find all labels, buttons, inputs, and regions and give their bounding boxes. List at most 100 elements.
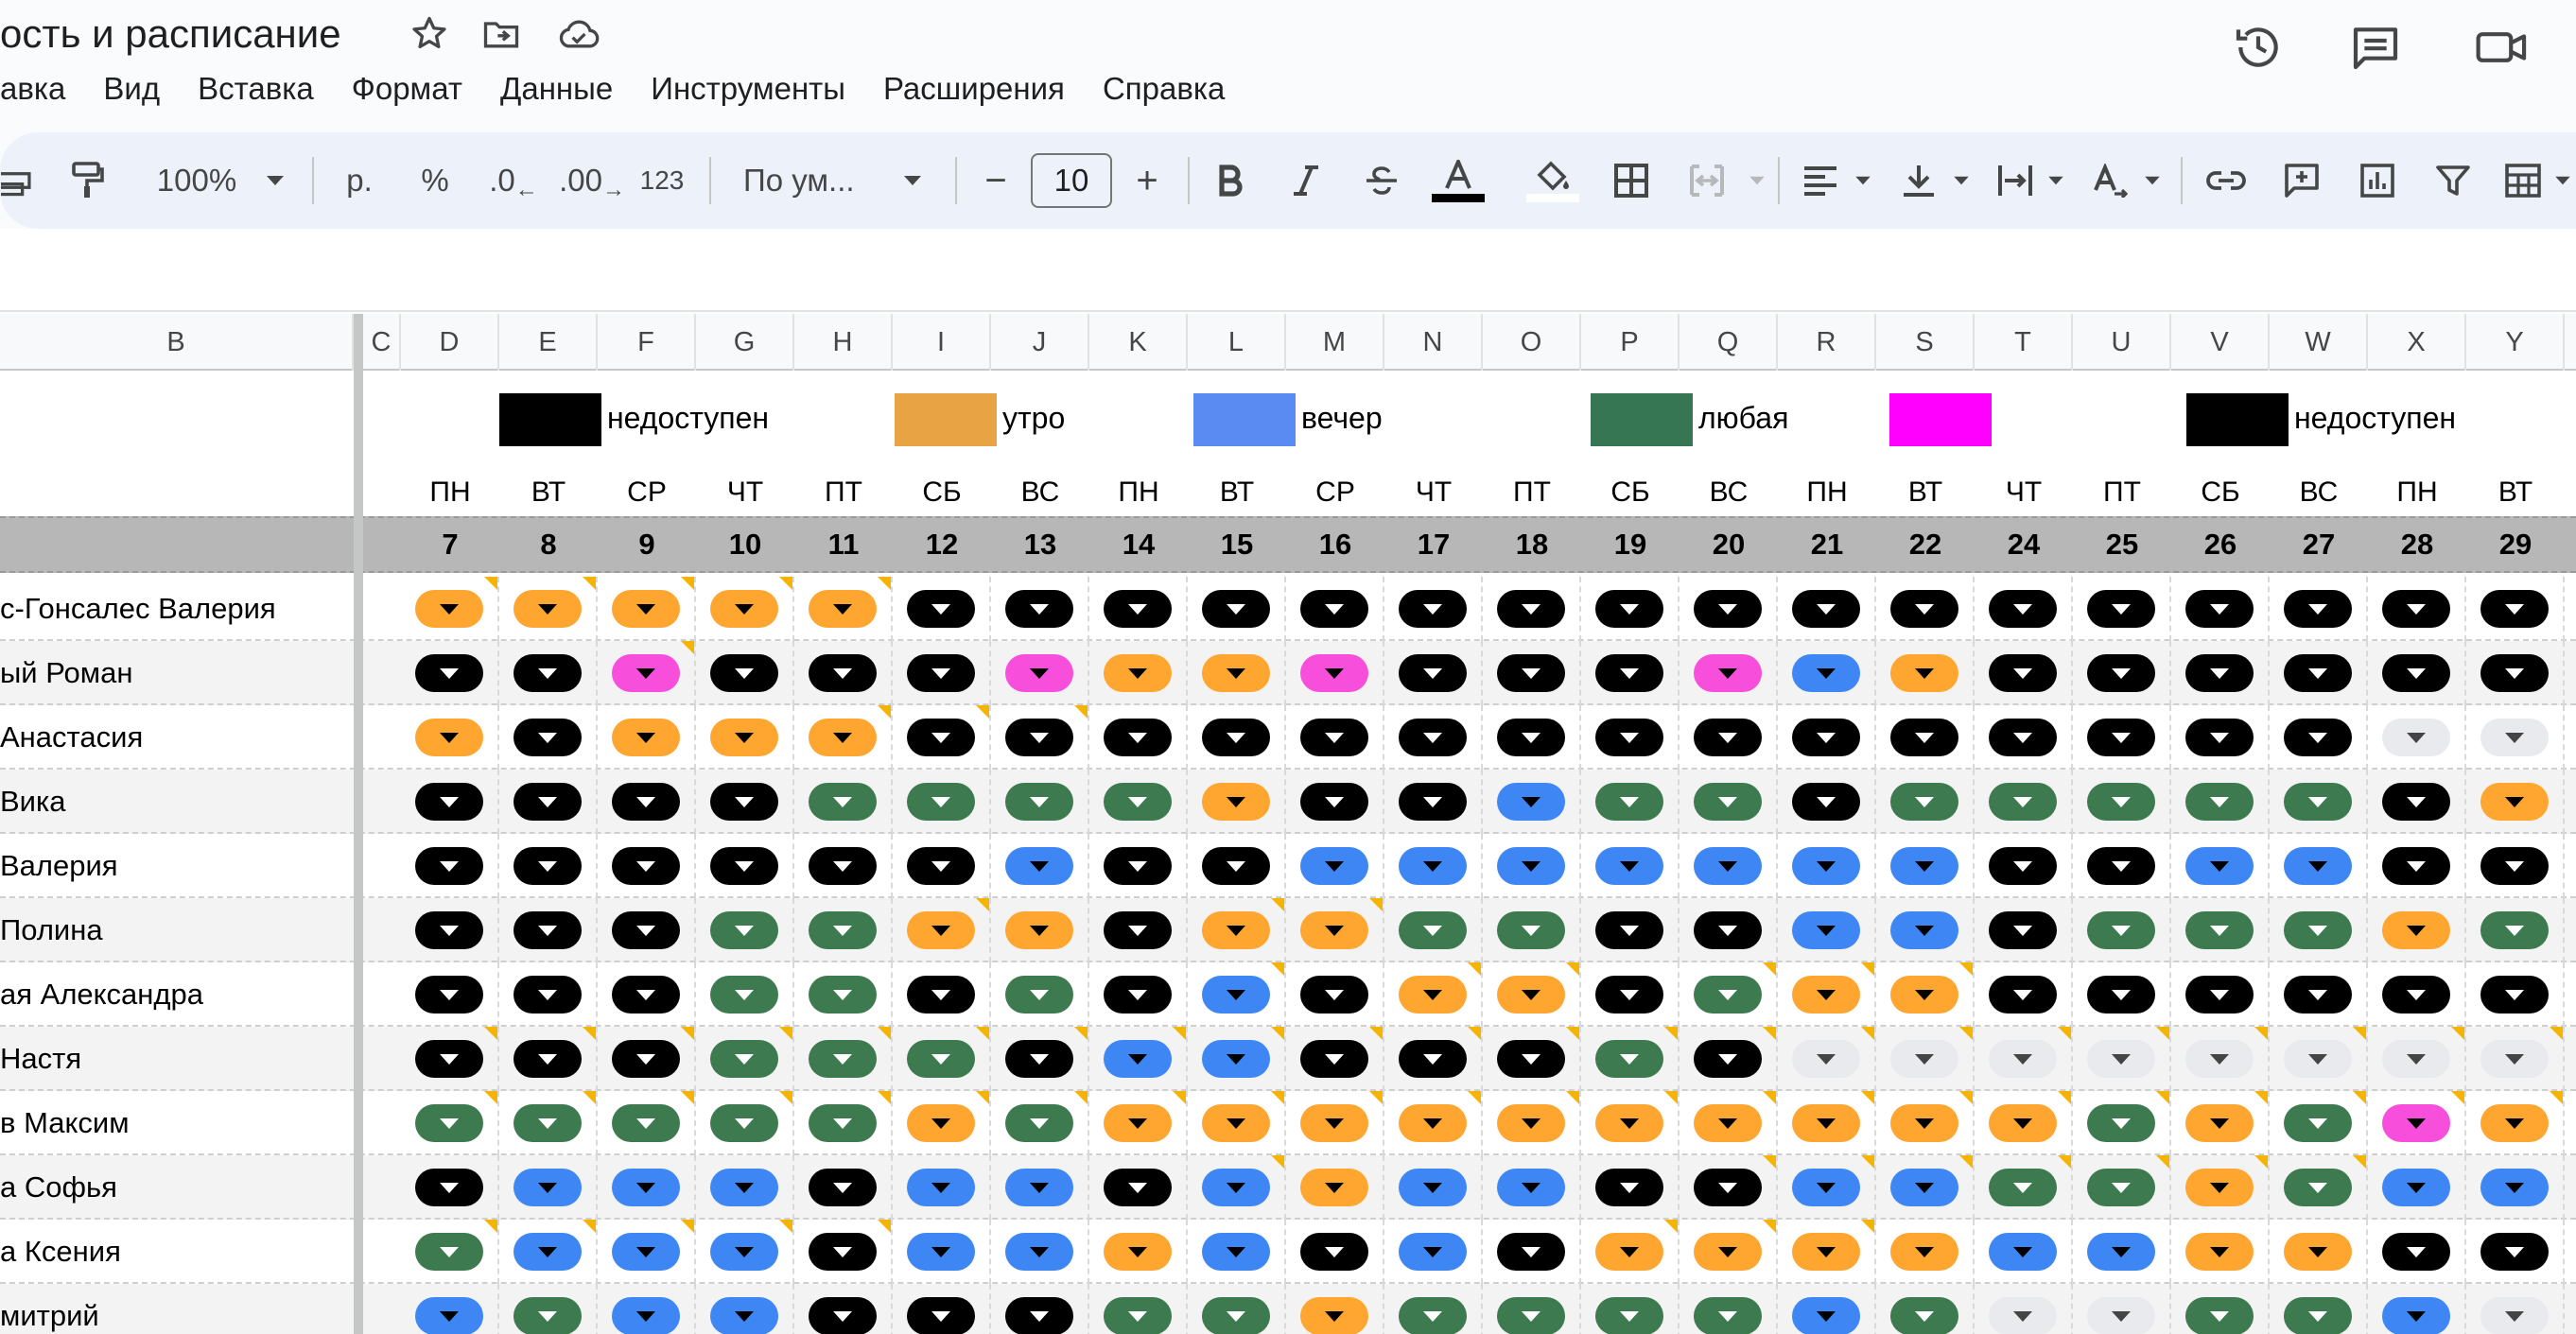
availability-cell[interactable] — [893, 1284, 991, 1334]
vertical-align-icon[interactable] — [1895, 132, 1942, 229]
availability-cell[interactable] — [794, 1220, 893, 1284]
availability-cell[interactable] — [1680, 834, 1778, 898]
availability-cell[interactable] — [696, 1027, 794, 1091]
dropdown-chip[interactable] — [809, 719, 877, 756]
availability-cell[interactable] — [1876, 577, 1975, 641]
availability-cell[interactable] — [1384, 577, 1483, 641]
dropdown-chip[interactable] — [1694, 783, 1762, 821]
dropdown-chip[interactable] — [1792, 719, 1860, 756]
availability-cell[interactable] — [2368, 898, 2466, 962]
availability-cell[interactable] — [1483, 962, 1581, 1027]
dropdown-chip[interactable] — [2382, 976, 2450, 1013]
dropdown-chip[interactable] — [809, 1104, 877, 1142]
availability-cell[interactable] — [1975, 898, 2073, 962]
dropdown-chip[interactable] — [2087, 1169, 2155, 1206]
availability-cell[interactable] — [1581, 1220, 1680, 1284]
dropdown-chip[interactable] — [1792, 654, 1860, 692]
availability-cell[interactable] — [2073, 962, 2171, 1027]
availability-cell[interactable] — [401, 1027, 499, 1091]
availability-cell[interactable] — [696, 962, 794, 1027]
dropdown-chip[interactable] — [1300, 847, 1368, 885]
dropdown-chip[interactable] — [2382, 590, 2450, 628]
dropdown-chip[interactable] — [1497, 590, 1565, 628]
dropdown-chip[interactable] — [2382, 847, 2450, 885]
availability-cell[interactable] — [991, 1155, 1089, 1220]
dropdown-chip[interactable] — [1694, 654, 1762, 692]
dropdown-chip[interactable] — [1595, 1233, 1663, 1271]
availability-cell[interactable] — [1483, 1284, 1581, 1334]
version-history-icon[interactable] — [2232, 21, 2285, 74]
dropdown-chip[interactable] — [1202, 1297, 1270, 1334]
dropdown-chip[interactable] — [809, 976, 877, 1013]
valign-chevron-down-icon[interactable] — [1948, 132, 1975, 229]
dropdown-chip[interactable] — [809, 847, 877, 885]
dropdown-chip[interactable] — [1497, 911, 1565, 949]
availability-cell[interactable] — [1483, 577, 1581, 641]
availability-cell[interactable] — [2270, 1155, 2368, 1220]
availability-cell[interactable] — [1680, 1027, 1778, 1091]
person-name[interactable]: Анастасия — [0, 705, 352, 770]
dropdown-chip[interactable] — [1399, 1169, 1467, 1206]
availability-cell[interactable] — [2368, 962, 2466, 1027]
availability-cell[interactable] — [794, 1091, 893, 1155]
availability-cell[interactable] — [1680, 1284, 1778, 1334]
borders-icon[interactable] — [1608, 132, 1655, 229]
availability-cell[interactable] — [1680, 1220, 1778, 1284]
dropdown-chip[interactable] — [1300, 1233, 1368, 1271]
availability-cell[interactable] — [2466, 641, 2565, 705]
availability-cell[interactable] — [1581, 1027, 1680, 1091]
availability-cell[interactable] — [1975, 577, 2073, 641]
availability-cell[interactable] — [1089, 577, 1188, 641]
dropdown-chip[interactable] — [710, 911, 778, 949]
availability-cell[interactable] — [1089, 641, 1188, 705]
dropdown-chip[interactable] — [1202, 719, 1270, 756]
dropdown-chip[interactable] — [1104, 1040, 1172, 1078]
availability-cell[interactable] — [1286, 898, 1384, 962]
dropdown-chip[interactable] — [1989, 1297, 2057, 1334]
availability-cell[interactable] — [893, 1155, 991, 1220]
horizontal-align-icon[interactable] — [1797, 132, 1844, 229]
availability-cell[interactable] — [1188, 834, 1286, 898]
dropdown-chip[interactable] — [513, 911, 582, 949]
dropdown-chip[interactable] — [2087, 1233, 2155, 1271]
availability-cell[interactable] — [1975, 705, 2073, 770]
availability-cell[interactable] — [1089, 1155, 1188, 1220]
availability-cell[interactable] — [991, 641, 1089, 705]
availability-cell[interactable] — [991, 705, 1089, 770]
availability-cell[interactable] — [2073, 577, 2171, 641]
availability-cell[interactable] — [1581, 1155, 1680, 1220]
availability-cell[interactable] — [2270, 834, 2368, 898]
column-header-x[interactable]: X — [2368, 314, 2466, 371]
availability-cell[interactable] — [1188, 770, 1286, 834]
availability-cell[interactable] — [1975, 1284, 2073, 1334]
dropdown-chip[interactable] — [1890, 654, 1958, 692]
dropdown-chip[interactable] — [1890, 911, 1958, 949]
dropdown-chip[interactable] — [710, 654, 778, 692]
menu-help[interactable]: Справка — [1084, 71, 1244, 107]
column-header-v[interactable]: V — [2171, 314, 2270, 371]
dropdown-chip[interactable] — [907, 1169, 975, 1206]
dropdown-chip[interactable] — [809, 590, 877, 628]
dropdown-chip[interactable] — [1595, 1297, 1663, 1334]
dropdown-chip[interactable] — [1497, 1169, 1565, 1206]
availability-cell[interactable] — [893, 577, 991, 641]
dropdown-chip[interactable] — [2480, 783, 2549, 821]
dropdown-chip[interactable] — [1792, 783, 1860, 821]
availability-cell[interactable] — [2466, 898, 2565, 962]
dropdown-chip[interactable] — [1005, 1104, 1073, 1142]
dropdown-chip[interactable] — [1399, 976, 1467, 1013]
availability-cell[interactable] — [991, 1027, 1089, 1091]
dropdown-chip[interactable] — [710, 1169, 778, 1206]
availability-cell[interactable] — [1286, 962, 1384, 1027]
availability-cell[interactable] — [1286, 1027, 1384, 1091]
availability-cell[interactable] — [598, 962, 696, 1027]
dropdown-chip[interactable] — [1595, 1104, 1663, 1142]
dropdown-chip[interactable] — [907, 783, 975, 821]
availability-cell[interactable] — [696, 1155, 794, 1220]
dropdown-chip[interactable] — [612, 1040, 680, 1078]
dropdown-chip[interactable] — [907, 976, 975, 1013]
font-chevron-down-icon[interactable] — [898, 132, 927, 229]
dropdown-chip[interactable] — [710, 1040, 778, 1078]
cloud-saved-icon[interactable] — [556, 13, 600, 55]
availability-cell[interactable] — [401, 705, 499, 770]
